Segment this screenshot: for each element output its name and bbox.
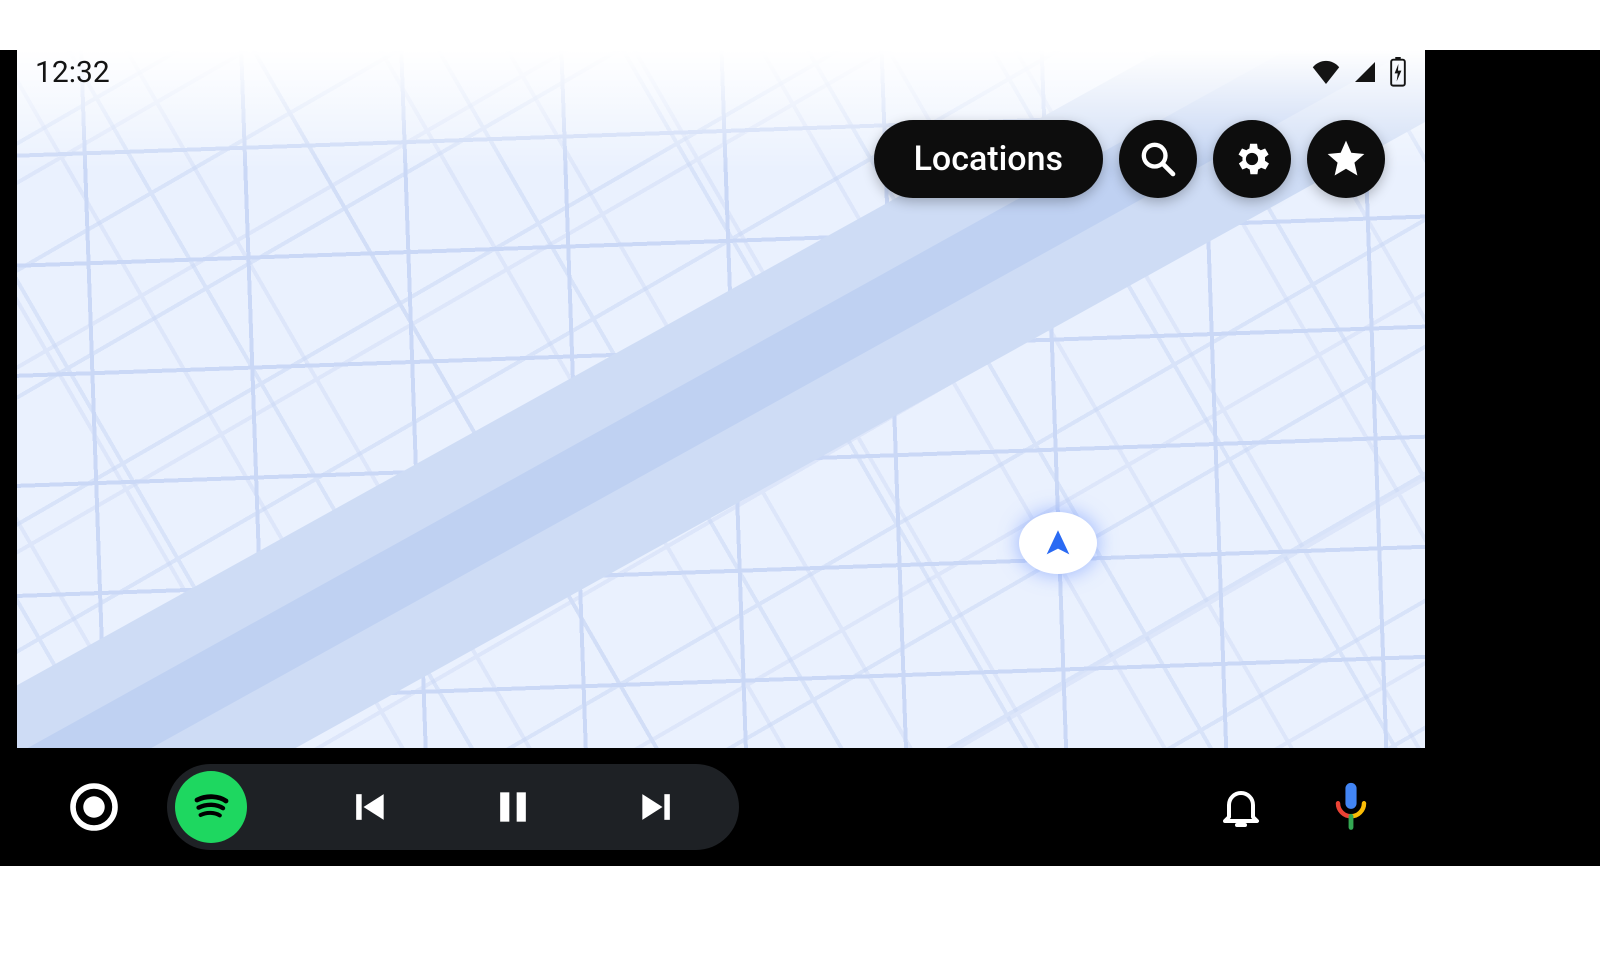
- page-margin-bottom: [0, 866, 1600, 962]
- settings-button[interactable]: [1213, 120, 1291, 198]
- status-icons: [1311, 57, 1407, 87]
- status-bar: 12:32: [17, 50, 1425, 94]
- car-display: 12:32 Locations: [17, 50, 1425, 866]
- launcher-circle-icon: [66, 779, 122, 835]
- current-location-puck[interactable]: [1019, 512, 1097, 574]
- spotify-app-button[interactable]: [175, 771, 247, 843]
- skip-previous-icon: [347, 785, 391, 829]
- pause-button[interactable]: [491, 785, 535, 829]
- search-button[interactable]: [1119, 120, 1197, 198]
- page-margin-top: [0, 0, 1600, 50]
- previous-track-button[interactable]: [347, 785, 391, 829]
- media-controls: [167, 764, 739, 850]
- map-action-row: Locations: [874, 120, 1385, 198]
- favorites-button[interactable]: [1307, 120, 1385, 198]
- notifications-icon: [1217, 783, 1265, 831]
- navigation-arrow-icon: [1041, 526, 1075, 560]
- cell-signal-icon: [1351, 60, 1379, 84]
- skip-next-icon: [635, 785, 679, 829]
- star-icon: [1324, 137, 1368, 181]
- pause-icon: [491, 785, 535, 829]
- gear-icon: [1231, 138, 1273, 180]
- system-navbar: [17, 748, 1425, 866]
- next-track-button[interactable]: [635, 785, 679, 829]
- locations-label: Locations: [914, 139, 1063, 179]
- battery-charging-icon: [1389, 57, 1407, 87]
- spotify-icon: [187, 783, 235, 831]
- wifi-icon: [1311, 60, 1341, 84]
- locations-button[interactable]: Locations: [874, 120, 1103, 198]
- launcher-button[interactable]: [51, 779, 137, 835]
- status-clock: 12:32: [35, 55, 110, 90]
- assistant-button[interactable]: [1311, 781, 1391, 833]
- assistant-mic-icon: [1328, 781, 1374, 833]
- notifications-button[interactable]: [1201, 783, 1281, 831]
- search-icon: [1138, 139, 1178, 179]
